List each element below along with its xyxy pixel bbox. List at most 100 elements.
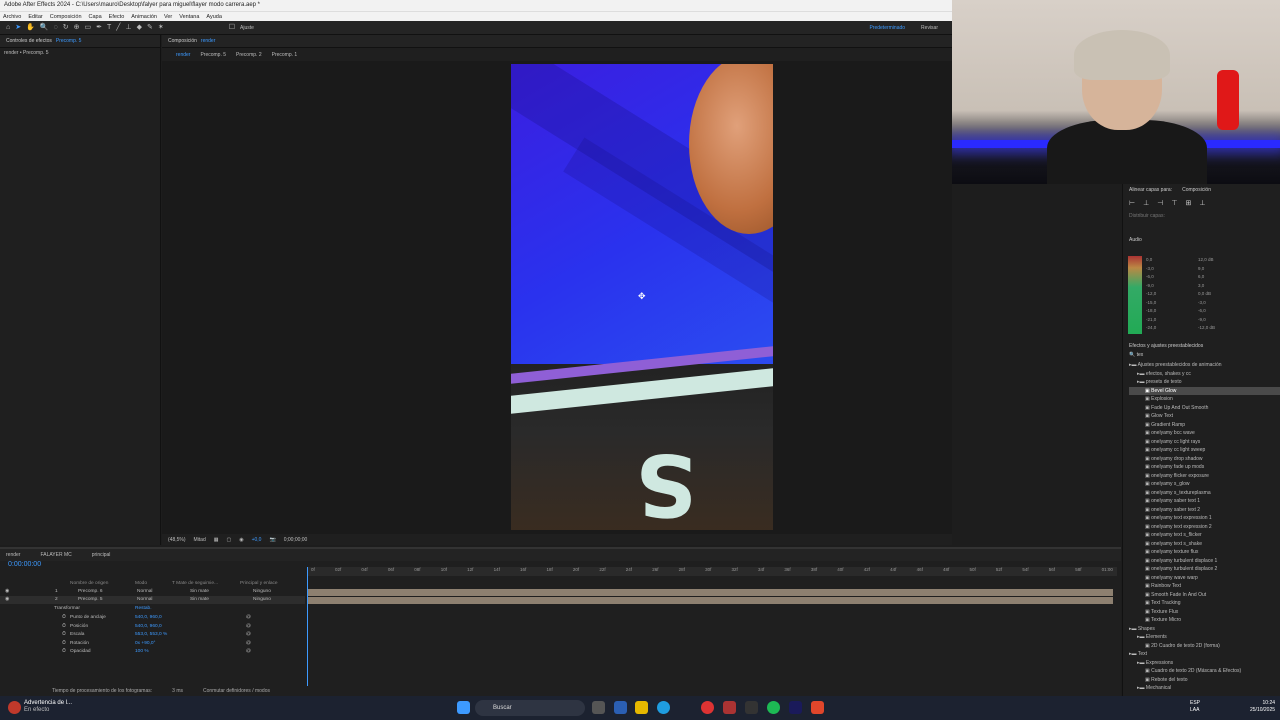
- preset-folder[interactable]: ▸▬ Expressions: [1129, 659, 1280, 668]
- workspace-review[interactable]: Revisar: [921, 25, 938, 31]
- property-value[interactable]: 540,0, 960,0: [135, 614, 162, 622]
- after-effects-icon[interactable]: [789, 701, 802, 714]
- taskbar-clock[interactable]: 10:24 25/10/2025: [1250, 700, 1275, 714]
- snap-checkbox[interactable]: ☐: [229, 24, 235, 31]
- layer-row[interactable]: 2 Precomp. 5 Normal Sin mate Ninguno ◉: [0, 596, 305, 604]
- stopwatch-icon[interactable]: ⏱: [62, 623, 66, 631]
- preset-item[interactable]: ▣ onelyamy s_glow: [1129, 480, 1280, 489]
- align-vcenter-icon[interactable]: ⊞: [1185, 199, 1191, 207]
- layer-name[interactable]: Precomp. 6: [78, 588, 103, 596]
- expression-pickwhip-icon[interactable]: @: [246, 623, 251, 631]
- teams-icon[interactable]: [614, 701, 627, 714]
- preset-folder[interactable]: ▸▬ efectos, shakes y cc: [1129, 370, 1280, 379]
- transform-property[interactable]: ⏱ Escala 553,0, 553,0 % @: [0, 631, 305, 639]
- preset-item[interactable]: ▣ onelyamy text expression 1: [1129, 514, 1280, 523]
- viewer-time[interactable]: 0;00;00;00: [284, 537, 308, 543]
- property-value[interactable]: 553,0, 553,0 %: [135, 631, 167, 639]
- menu-composicion[interactable]: Composición: [50, 14, 82, 20]
- chrome-icon[interactable]: [701, 701, 714, 714]
- workspace-default[interactable]: Predeterminado: [869, 25, 905, 31]
- layer-1-duration-bar[interactable]: [307, 589, 1113, 596]
- preset-item[interactable]: ▣ Bevel Glow: [1129, 386, 1280, 395]
- timeline-tab-principal[interactable]: principal: [92, 552, 111, 558]
- stopwatch-icon[interactable]: ⏱: [62, 631, 66, 639]
- toggle-switches-modes[interactable]: Conmutar definidores / modos: [203, 688, 270, 694]
- property-value[interactable]: 540,0, 960,0: [135, 623, 162, 631]
- orbit-tool-icon[interactable]: ◌: [54, 24, 58, 31]
- layer-parent[interactable]: Ninguno: [253, 588, 271, 596]
- preset-item[interactable]: ▣ onelyamy saber text 1: [1129, 497, 1280, 506]
- taskbar-search[interactable]: Buscar: [475, 700, 585, 716]
- preset-item[interactable]: ▣ Explosion: [1129, 395, 1280, 404]
- menu-animacion[interactable]: Animación: [131, 14, 157, 20]
- layer-matte[interactable]: Sin mate: [190, 588, 209, 596]
- roto-tool-icon[interactable]: ✎: [147, 24, 153, 31]
- preset-item[interactable]: ▣ onelyamy wave warp: [1129, 574, 1280, 583]
- visibility-eye-icon[interactable]: ◉: [5, 596, 9, 604]
- edge-icon[interactable]: [657, 701, 670, 714]
- layer-mode[interactable]: Normal: [137, 596, 152, 604]
- brave-icon[interactable]: [811, 701, 824, 714]
- mask-icon[interactable]: ▢: [226, 537, 231, 543]
- align-target[interactable]: Composición: [1182, 187, 1211, 193]
- preset-item[interactable]: ▣ onelyamy text s_shake: [1129, 540, 1280, 549]
- explorer-icon[interactable]: [635, 701, 648, 714]
- layer-name[interactable]: Precomp. 5: [78, 596, 103, 604]
- preset-item[interactable]: ▣ Text Tracking: [1129, 599, 1280, 608]
- menu-archivo[interactable]: Archivo: [3, 14, 21, 20]
- menu-ventana[interactable]: Ventana: [179, 14, 199, 20]
- menu-efecto[interactable]: Efecto: [109, 14, 125, 20]
- expression-pickwhip-icon[interactable]: @: [246, 640, 251, 648]
- preset-item[interactable]: ▣ Cuadro de texto 2D (Máscara & Efectos): [1129, 667, 1280, 676]
- layer-matte[interactable]: Sin mate: [190, 596, 209, 604]
- anchor-point-icon[interactable]: ✥: [638, 292, 647, 301]
- transform-property[interactable]: ⏱ Punto de anclaje 540,0, 960,0 @: [0, 614, 305, 622]
- app-icon[interactable]: [745, 701, 758, 714]
- preset-folder[interactable]: ▸▬ presets de texto: [1129, 378, 1280, 387]
- preset-item[interactable]: ▣ onelyamy text s_flicker: [1129, 531, 1280, 540]
- eraser-tool-icon[interactable]: ◆: [137, 24, 142, 31]
- preset-item[interactable]: ▣ onelyamy text expression 2: [1129, 523, 1280, 532]
- snapshot-icon[interactable]: 📷: [269, 537, 275, 543]
- preset-folder[interactable]: ▸▬ Ajustes preestablecidos de animación: [1129, 361, 1280, 370]
- start-icon[interactable]: [457, 701, 470, 714]
- stopwatch-icon[interactable]: ⏱: [62, 648, 66, 656]
- comp-tab-precomp1[interactable]: Precomp. 1: [272, 52, 298, 58]
- comp-tab-precomp5[interactable]: Precomp. 5: [200, 52, 226, 58]
- preset-item[interactable]: ▣ Texture Micro: [1129, 616, 1280, 625]
- camera-icon[interactable]: ◉: [239, 537, 243, 543]
- transform-property[interactable]: ⏱ Rotación 0x +90,0° @: [0, 640, 305, 648]
- brush-tool-icon[interactable]: ╱: [116, 24, 120, 31]
- menu-editar[interactable]: Editar: [28, 14, 42, 20]
- effect-controls-layer[interactable]: Precomp. 5: [56, 38, 82, 44]
- layer-2-duration-bar[interactable]: [307, 597, 1113, 604]
- align-bottom-icon[interactable]: ⊥: [1199, 199, 1205, 207]
- composition-title[interactable]: Composición: [168, 38, 197, 44]
- language-indicator[interactable]: ESP LAA: [1190, 700, 1200, 714]
- preset-item[interactable]: ▣ onelyamy turbulent displace 1: [1129, 557, 1280, 566]
- preset-item[interactable]: ▣ onelyamy flicker exposure: [1129, 472, 1280, 481]
- preset-item[interactable]: ▣ 2D Cuadro de texto 2D (forma): [1129, 642, 1280, 651]
- layer-row[interactable]: 1 Precomp. 6 Normal Sin mate Ninguno ◉: [0, 588, 305, 596]
- comp-tab-render[interactable]: render: [176, 52, 190, 58]
- text-tool-icon[interactable]: T: [107, 24, 111, 31]
- puppet-tool-icon[interactable]: ✶: [158, 24, 164, 31]
- stopwatch-icon[interactable]: ⏱: [62, 640, 66, 648]
- timeline-tab-render[interactable]: render: [6, 552, 20, 558]
- stopwatch-icon[interactable]: ⏱: [62, 614, 66, 622]
- preset-item[interactable]: ▣ onelyamy cc light sweep: [1129, 446, 1280, 455]
- preset-folder[interactable]: ▸▬ Shapes: [1129, 625, 1280, 634]
- preset-item[interactable]: ▣ Rainbow Text: [1129, 582, 1280, 591]
- exposure-value[interactable]: +0,0: [252, 537, 262, 543]
- spotify-icon[interactable]: [767, 701, 780, 714]
- stamp-tool-icon[interactable]: ⊥: [125, 24, 131, 31]
- align-hcenter-icon[interactable]: ⊥: [1143, 199, 1149, 207]
- pen-tool-icon[interactable]: ✒: [96, 24, 102, 31]
- expression-pickwhip-icon[interactable]: @: [246, 631, 251, 639]
- menu-ayuda[interactable]: Ayuda: [206, 14, 222, 20]
- property-value[interactable]: 100 %: [135, 648, 149, 656]
- property-value[interactable]: 0x +90,0°: [135, 640, 155, 648]
- preset-item[interactable]: ▣ onelyamy turbulent displace 2: [1129, 565, 1280, 574]
- visibility-eye-icon[interactable]: ◉: [5, 588, 9, 596]
- timeline-current-time[interactable]: 0:00:00:00: [8, 561, 41, 568]
